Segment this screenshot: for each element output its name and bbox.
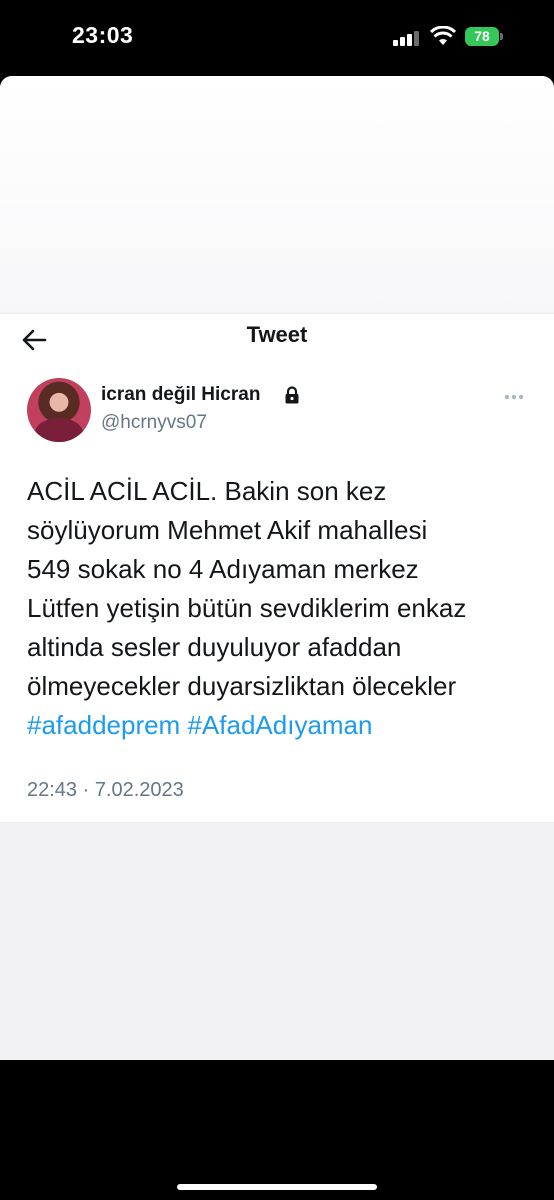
hashtag-line: #afaddeprem #AfadAdıyaman xyxy=(27,706,547,745)
battery-cap xyxy=(500,33,503,40)
app-screen: Tweet icran değil Hicran @hcrnyvs07 ACİL… xyxy=(0,76,554,1060)
tweet-text: ACİL ACİL ACİL. Bakin son kez söylüyorum… xyxy=(27,472,547,745)
home-indicator[interactable] xyxy=(177,1184,377,1190)
avatar[interactable] xyxy=(27,378,91,442)
signal-icon xyxy=(393,30,423,46)
display-name[interactable]: icran değil Hicran xyxy=(101,384,260,406)
tweet-line: ölmeyecekler duyarsizliktan ölecekler xyxy=(27,671,457,701)
status-bar: 23:03 78 xyxy=(0,0,554,76)
tweet-line: ACİL ACİL ACİL. Bakin son kez xyxy=(27,476,387,506)
wifi-icon xyxy=(430,26,456,45)
hashtag-link[interactable]: #AfadAdıyaman xyxy=(187,710,372,740)
tweet-line: söylüyorum Mehmet Akif mahallesi xyxy=(27,515,428,545)
tweet-card: Tweet icran değil Hicran @hcrnyvs07 ACİL… xyxy=(0,314,554,822)
hashtag-link[interactable]: #afaddeprem xyxy=(27,710,180,740)
battery-icon: 78 xyxy=(465,27,499,46)
status-time: 23:03 xyxy=(72,22,134,48)
tweet-line: Lütfen yetişin bütün sevdiklerim enkaz xyxy=(27,593,467,623)
lock-icon xyxy=(285,386,299,404)
tweet-line: altinda sesler duyuluyor afaddan xyxy=(27,632,402,662)
blank-area xyxy=(0,76,554,312)
user-handle[interactable]: @hcrnyvs07 xyxy=(101,412,207,434)
more-icon[interactable] xyxy=(504,394,524,400)
tweet-timestamp[interactable]: 22:43 · 7.02.2023 xyxy=(27,779,184,802)
page-title: Tweet xyxy=(246,322,308,347)
tweet-line: 549 sokak no 4 Adıyaman merkez xyxy=(27,554,419,584)
